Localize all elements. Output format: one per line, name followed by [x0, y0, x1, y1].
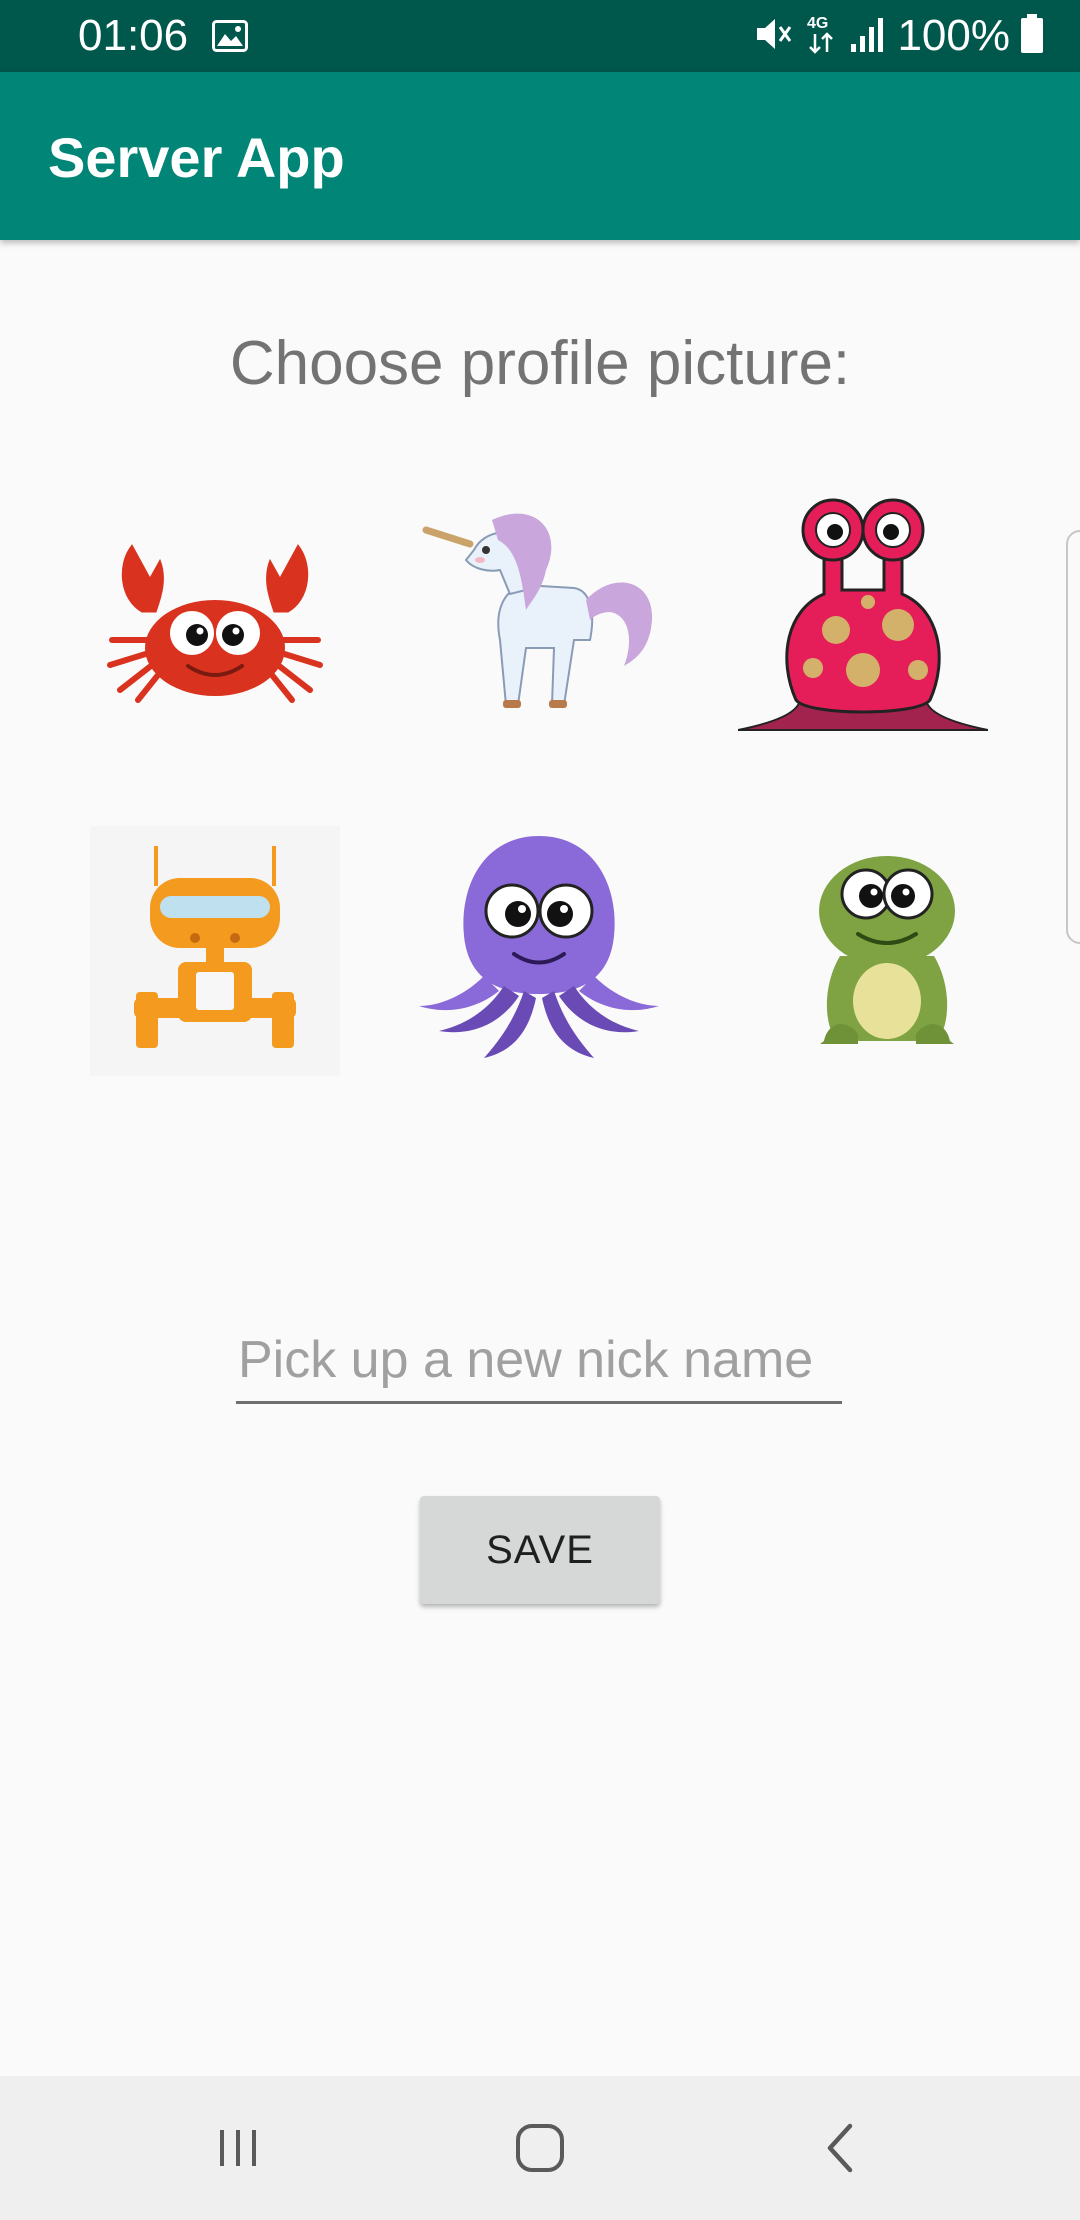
frog-avatar-icon — [819, 856, 955, 1044]
battery-text: 100% — [897, 11, 1010, 60]
choose-picture-prompt: Choose profile picture: — [229, 329, 851, 398]
signal-icon — [849, 14, 887, 59]
svg-text:4G: 4G — [807, 15, 828, 32]
image-icon — [212, 20, 248, 57]
status-time: 01:06 — [78, 11, 189, 60]
network-4g-icon: 4G — [805, 12, 839, 61]
edge-panel-handle[interactable] — [1066, 530, 1080, 944]
app-title: Server App — [48, 126, 345, 189]
nickname-input[interactable] — [236, 1318, 842, 1404]
avatar-robot[interactable] — [90, 826, 340, 1076]
battery-icon — [1020, 13, 1044, 59]
avatar-frog[interactable] — [762, 826, 1012, 1076]
home-icon — [516, 2124, 564, 2172]
status-indicators: 4G 100% — [753, 10, 1044, 62]
back-button[interactable] — [782, 2100, 902, 2196]
home-button[interactable] — [480, 2100, 600, 2196]
avatar-pink-monster[interactable] — [738, 490, 988, 740]
crab-avatar-icon — [107, 544, 323, 703]
save-button[interactable]: SAVE — [420, 1496, 660, 1604]
monster-avatar-icon — [738, 498, 988, 731]
octopus-avatar-icon — [419, 836, 659, 1058]
back-icon — [827, 2123, 853, 2173]
avatar-octopus[interactable] — [414, 826, 664, 1076]
avatar-unicorn[interactable] — [414, 490, 664, 740]
status-bar: 01:06 4G 100% — [0, 0, 1080, 72]
navigation-bar — [0, 2076, 1080, 2220]
unicorn-avatar-icon — [422, 513, 653, 708]
recent-apps-button[interactable] — [178, 2100, 298, 2196]
robot-avatar-icon — [90, 826, 340, 1076]
mute-icon — [753, 14, 795, 59]
recent-apps-icon — [220, 2130, 256, 2166]
app-bar: Server App — [0, 72, 1080, 240]
avatar-crab[interactable] — [90, 490, 340, 740]
